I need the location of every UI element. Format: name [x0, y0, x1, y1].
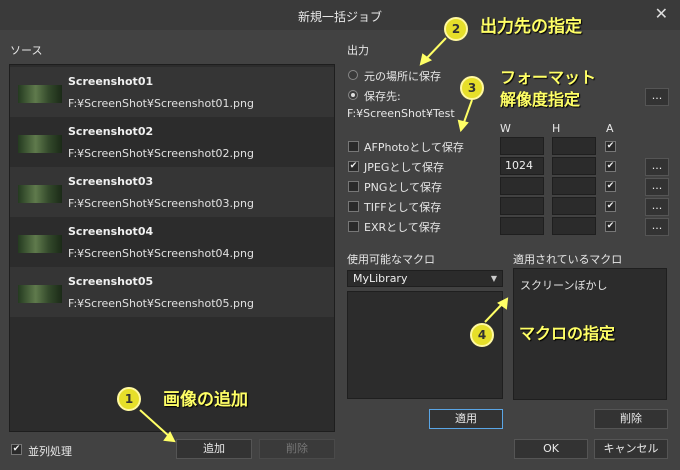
annotation-text-2: 出力先の指定 [480, 17, 582, 37]
annotation-text-1: 画像の追加 [163, 390, 248, 410]
annotation-text-3b: 解像度指定 [500, 90, 581, 109]
arrowhead-3 [457, 119, 469, 133]
arrow-3 [462, 99, 473, 126]
arrow-4 [484, 302, 504, 323]
annotation-text-3a: フォーマット [500, 68, 597, 87]
arrow-1 [139, 409, 171, 438]
annotation-text-4: マクロの指定 [519, 324, 616, 343]
annotation-badge-3: 3 [460, 76, 484, 100]
arrow-2 [424, 37, 447, 61]
annotation-badge-1: 1 [117, 387, 141, 411]
annotation-badge-4: 4 [470, 323, 494, 347]
annotation-badge-2: 2 [444, 17, 468, 41]
